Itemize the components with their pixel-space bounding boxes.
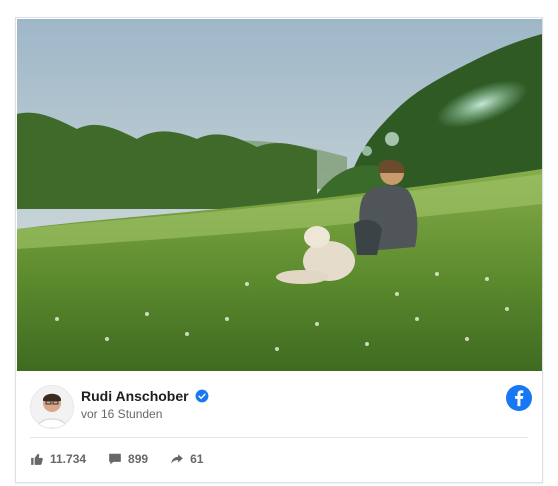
facebook-post-card: Rudi Anschober vor 16 Stunden 11.734 899 [15,17,543,483]
comments-stat[interactable]: 899 [108,452,148,466]
author-name-text[interactable]: Rudi Anschober [81,388,189,404]
verified-badge-icon [195,389,209,403]
author-name[interactable]: Rudi Anschober [81,388,209,404]
shares-count: 61 [190,452,204,466]
divider [30,437,528,438]
share-arrow-icon [171,454,183,464]
avatar[interactable] [30,385,74,429]
likes-stat[interactable]: 11.734 [30,452,86,466]
likes-count: 11.734 [50,452,87,466]
post-timestamp[interactable]: vor 16 Stunden [81,407,162,421]
facebook-icon[interactable] [506,385,532,411]
post-header: Rudi Anschober vor 16 Stunden [16,371,542,453]
post-photo[interactable] [17,19,542,371]
comment-icon [109,453,121,465]
comments-count: 899 [128,452,149,466]
thumbs-up-icon [31,453,43,465]
shares-stat[interactable]: 61 [170,452,203,466]
engagement-stats: 11.734 899 61 [30,452,203,466]
